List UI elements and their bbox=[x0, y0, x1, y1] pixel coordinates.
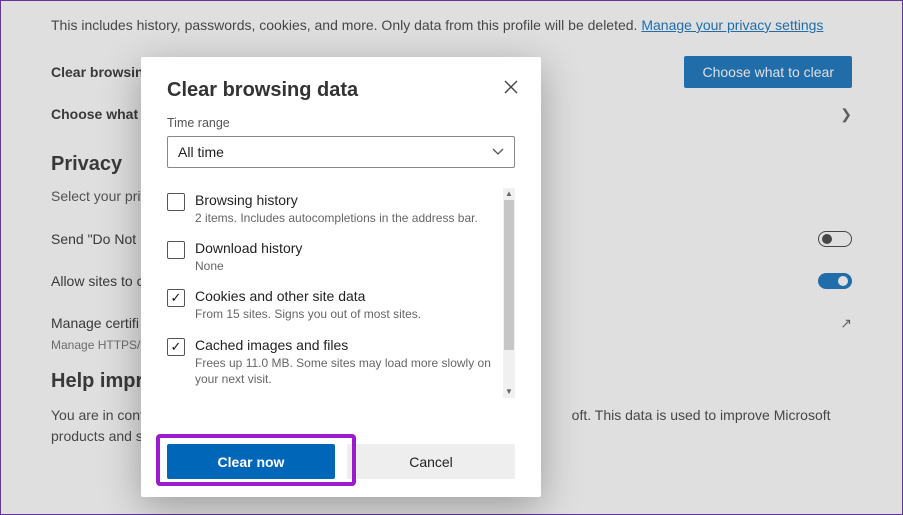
checkbox-title: Cookies and other site data bbox=[195, 288, 421, 304]
manage-cert-label: Manage certifi bbox=[51, 315, 139, 331]
checkbox-icon bbox=[167, 193, 185, 211]
checkbox-desc: 2 items. Includes autocompletions in the… bbox=[195, 210, 478, 226]
checkbox-browsing-history[interactable]: Browsing history 2 items. Includes autoc… bbox=[167, 188, 501, 236]
checkbox-desc: From 15 sites. Signs you out of most sit… bbox=[195, 306, 421, 322]
allow-sites-label: Allow sites to c bbox=[51, 273, 144, 289]
checkbox-desc: None bbox=[195, 258, 302, 274]
dnt-toggle[interactable] bbox=[818, 231, 852, 247]
clear-browsing-label: Clear browsing bbox=[51, 64, 152, 80]
scroll-down-arrow-icon: ▼ bbox=[503, 386, 515, 398]
checkbox-title: Browsing history bbox=[195, 192, 478, 208]
checkbox-checked-icon: ✓ bbox=[167, 289, 185, 307]
scrollbar-vertical[interactable]: ▲ ▼ bbox=[503, 188, 515, 398]
checkbox-icon bbox=[167, 241, 185, 259]
checkbox-download-history[interactable]: Download history None bbox=[167, 236, 501, 284]
intro-text: This includes history, passwords, cookie… bbox=[51, 17, 852, 33]
dialog-title: Clear browsing data bbox=[167, 79, 515, 102]
checkbox-title: Download history bbox=[195, 240, 302, 256]
choose-what-to-clear-button[interactable]: Choose what to clear bbox=[684, 56, 852, 88]
help-pre: You are in cont bbox=[51, 407, 144, 423]
choose-on-close-label: Choose what to bbox=[51, 106, 155, 122]
checkbox-cached[interactable]: ✓ Cached images and files Frees up 11.0 … bbox=[167, 333, 501, 397]
close-icon bbox=[504, 80, 518, 94]
chevron-right-icon: ❯ bbox=[840, 106, 852, 123]
dialog-close-button[interactable] bbox=[497, 73, 525, 101]
clear-now-button[interactable]: Clear now bbox=[167, 444, 335, 479]
manage-privacy-link[interactable]: Manage your privacy settings bbox=[641, 17, 823, 33]
scrollbar-thumb[interactable] bbox=[504, 200, 514, 350]
open-external-icon: ↗ bbox=[840, 315, 852, 332]
time-range-label: Time range bbox=[167, 116, 515, 130]
time-range-select[interactable]: All time bbox=[167, 136, 515, 168]
checkbox-desc: Frees up 11.0 MB. Some sites may load mo… bbox=[195, 355, 501, 387]
intro-copy: This includes history, passwords, cookie… bbox=[51, 17, 641, 33]
data-types-list: Browsing history 2 items. Includes autoc… bbox=[167, 188, 515, 398]
checkbox-title: Cached images and files bbox=[195, 337, 501, 353]
dialog-footer: Clear now Cancel bbox=[141, 444, 541, 479]
clear-browsing-data-dialog: Clear browsing data Time range All time … bbox=[141, 57, 541, 497]
cancel-button[interactable]: Cancel bbox=[347, 444, 515, 479]
checkbox-cookies[interactable]: ✓ Cookies and other site data From 15 si… bbox=[167, 284, 501, 332]
scroll-up-arrow-icon: ▲ bbox=[503, 188, 515, 200]
allow-sites-toggle[interactable] bbox=[818, 273, 852, 289]
dnt-label: Send "Do Not bbox=[51, 231, 136, 247]
checkbox-checked-icon: ✓ bbox=[167, 338, 185, 356]
chevron-down-icon bbox=[492, 145, 504, 159]
time-range-value: All time bbox=[178, 144, 224, 160]
